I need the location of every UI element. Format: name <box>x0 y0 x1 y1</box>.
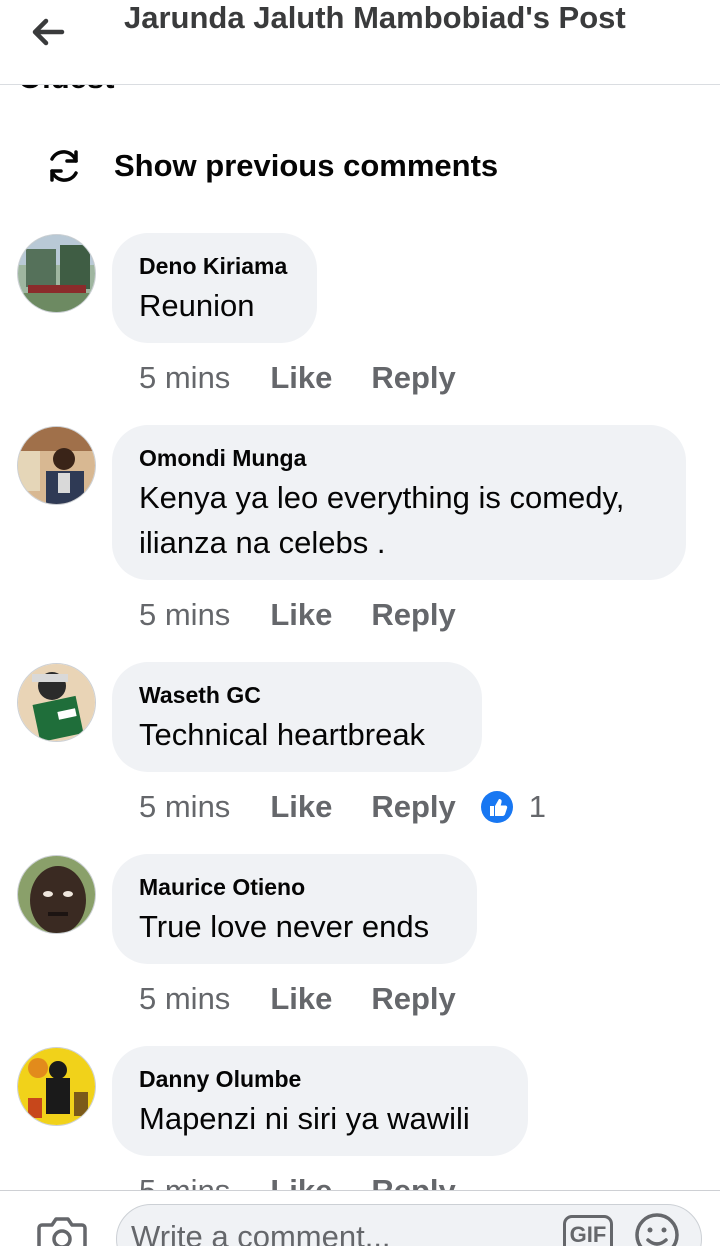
refresh-icon <box>44 146 84 186</box>
comment-bubble[interactable]: Deno Kiriama Reunion <box>112 233 317 343</box>
like-button[interactable]: Like <box>270 789 332 825</box>
reply-button[interactable]: Reply <box>371 360 455 396</box>
reaction-summary[interactable]: 1 <box>480 789 546 825</box>
reply-button[interactable]: Reply <box>371 597 455 633</box>
like-button[interactable]: Like <box>270 360 332 396</box>
comment-text: Kenya ya leo everything is comedy, ilian… <box>139 480 625 560</box>
emoji-icon <box>635 1213 679 1246</box>
comment-text: Mapenzi ni siri ya wawili <box>139 1101 470 1136</box>
comment-composer: Write a comment... GIF <box>0 1190 720 1246</box>
comment-time[interactable]: 5 mins <box>139 981 230 1017</box>
avatar[interactable] <box>17 1047 96 1126</box>
reaction-count: 1 <box>528 789 547 824</box>
back-arrow-icon <box>32 18 65 46</box>
comment-bubble[interactable]: Danny Olumbe Mapenzi ni siri ya wawili <box>112 1046 528 1156</box>
comment-time[interactable]: 5 mins <box>139 597 230 633</box>
avatar[interactable] <box>17 855 96 934</box>
gif-icon: GIF <box>569 1222 607 1246</box>
comment-author[interactable]: Danny Olumbe <box>139 1064 502 1094</box>
comment-bubble[interactable]: Maurice Otieno True love never ends <box>112 854 477 964</box>
reply-button[interactable]: Reply <box>371 789 455 825</box>
comment-bubble[interactable]: Omondi Munga Kenya ya leo everything is … <box>112 425 686 580</box>
comment-author[interactable]: Maurice Otieno <box>139 872 451 902</box>
reply-button[interactable]: Reply <box>371 981 455 1017</box>
camera-button[interactable] <box>36 1211 88 1246</box>
emoji-button[interactable] <box>633 1211 681 1246</box>
comment-author[interactable]: Deno Kiriama <box>139 251 291 281</box>
page-title: Jarunda Jaluth Mambobiad's Post <box>124 0 626 35</box>
comment-actions: 5 mins Like Reply 1 <box>139 789 546 825</box>
like-button[interactable]: Like <box>270 981 332 1017</box>
avatar[interactable] <box>17 426 96 505</box>
top-bar: Jarunda Jaluth Mambobiad's Post <box>0 0 720 85</box>
avatar[interactable] <box>17 234 96 313</box>
comment-bubble[interactable]: Waseth GC Technical heartbreak <box>112 662 482 772</box>
avatar[interactable] <box>17 663 96 742</box>
comment-time[interactable]: 5 mins <box>139 360 230 396</box>
comment-text: True love never ends <box>139 909 430 944</box>
like-reaction-icon <box>480 791 513 823</box>
comment-actions: 5 mins Like Reply <box>139 360 456 396</box>
comment-text: Reunion <box>139 288 255 323</box>
camera-icon <box>37 1217 87 1246</box>
comment-text: Technical heartbreak <box>139 717 426 752</box>
comment-input-placeholder: Write a comment... <box>131 1219 391 1246</box>
comment-actions: 5 mins Like Reply <box>139 597 456 633</box>
comment-actions: 5 mins Like Reply <box>139 981 456 1017</box>
show-previous-label: Show previous comments <box>114 148 499 183</box>
show-previous-comments[interactable]: Show previous comments <box>44 146 498 186</box>
like-button[interactable]: Like <box>270 597 332 633</box>
comment-author[interactable]: Waseth GC <box>139 680 456 710</box>
gif-button[interactable]: GIF <box>563 1215 613 1246</box>
comment-author[interactable]: Omondi Munga <box>139 443 660 473</box>
comment-input[interactable]: Write a comment... GIF <box>116 1204 702 1246</box>
comment-time[interactable]: 5 mins <box>139 789 230 825</box>
back-button[interactable] <box>24 8 72 56</box>
